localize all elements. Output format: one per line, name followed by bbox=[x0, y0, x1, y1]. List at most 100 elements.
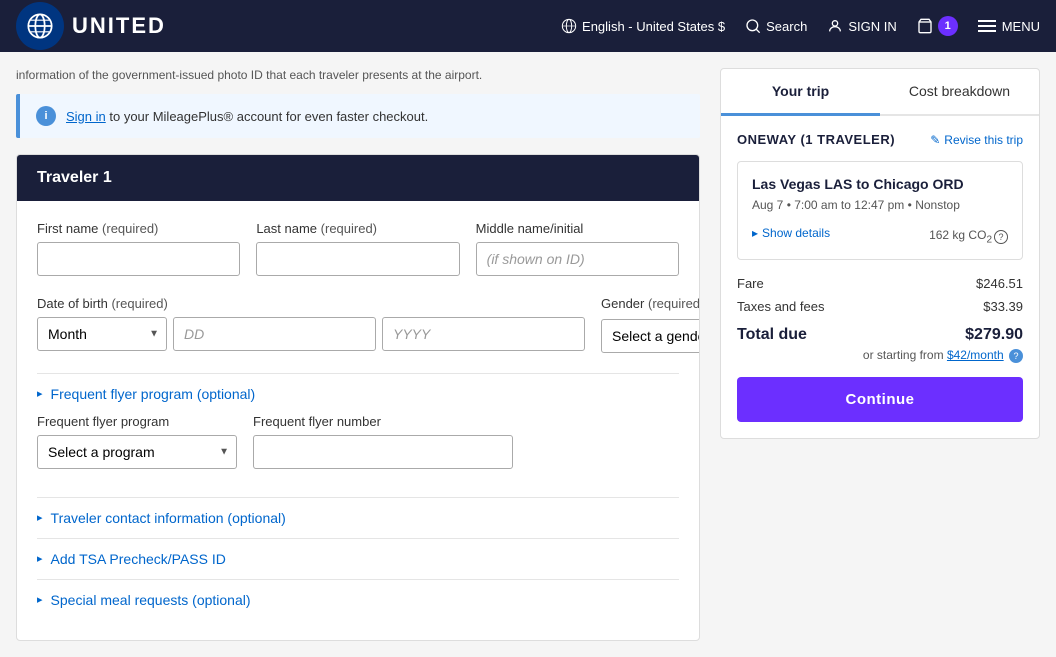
middle-name-input[interactable] bbox=[476, 242, 679, 276]
ff-number-label: Frequent flyer number bbox=[253, 414, 679, 429]
tsa-accordion: ▸ Add TSA Precheck/PASS ID bbox=[37, 538, 679, 579]
meal-accordion: ▸ Special meal requests (optional) bbox=[37, 579, 679, 620]
menu-button[interactable]: MENU bbox=[978, 19, 1040, 34]
co2-help-icon[interactable]: ? bbox=[994, 230, 1008, 244]
info-icon: i bbox=[36, 106, 56, 126]
cart-button[interactable]: 1 bbox=[917, 16, 958, 36]
show-details-link[interactable]: Show details bbox=[752, 226, 830, 240]
frequent-flyer-accordion: ▸ Frequent flyer program (optional) Freq… bbox=[37, 373, 679, 497]
taxes-value: $33.39 bbox=[983, 299, 1023, 314]
right-column: Your trip Cost breakdown ONEWAY (1 TRAVE… bbox=[720, 68, 1040, 641]
hamburger-icon bbox=[978, 20, 996, 32]
frequent-flyer-section: Frequent flyer program Select a program … bbox=[37, 414, 679, 485]
left-column: information of the government-issued pho… bbox=[16, 68, 700, 641]
panel-body: ONEWAY (1 TRAVELER) Revise this trip Las… bbox=[721, 116, 1039, 438]
flight-details: Aug 7 • 7:00 am to 12:47 pm • Nonstop bbox=[752, 198, 1008, 212]
first-name-label: First name (required) bbox=[37, 221, 240, 236]
tsa-trigger[interactable]: ▸ Add TSA Precheck/PASS ID bbox=[37, 551, 679, 567]
dob-year-input[interactable] bbox=[382, 317, 585, 351]
co2-value: 162 kg CO2 bbox=[929, 228, 992, 245]
tab-cost-breakdown[interactable]: Cost breakdown bbox=[880, 69, 1039, 116]
signin-button[interactable]: SIGN IN bbox=[827, 18, 896, 34]
traveler-body: First name (required) Last name (require… bbox=[17, 201, 699, 640]
frequent-flyer-trigger[interactable]: ▸ Frequent flyer program (optional) bbox=[37, 386, 679, 402]
traveler-header: Traveler 1 bbox=[17, 155, 699, 201]
fare-label: Fare bbox=[737, 276, 764, 291]
ff-program-select[interactable]: Select a program United MileagePlus Amer… bbox=[37, 435, 237, 469]
ff-program-select-wrapper: Select a program United MileagePlus Amer… bbox=[37, 435, 237, 469]
taxes-row: Taxes and fees $33.39 bbox=[737, 299, 1023, 314]
total-row: Total due $279.90 bbox=[737, 326, 1023, 344]
co2-info: 162 kg CO2 ? bbox=[929, 228, 1008, 245]
signin-label: SIGN IN bbox=[848, 19, 896, 34]
header: UNITED English - United States $ Search … bbox=[0, 0, 1056, 52]
flight-card: Las Vegas LAS to Chicago ORD Aug 7 • 7:0… bbox=[737, 161, 1023, 260]
ff-program-label: Frequent flyer program bbox=[37, 414, 237, 429]
trip-type: ONEWAY (1 TRAVELER) bbox=[737, 132, 895, 147]
name-row: First name (required) Last name (require… bbox=[37, 221, 679, 276]
middle-name-label: Middle name/initial bbox=[476, 221, 679, 236]
tsa-label: Add TSA Precheck/PASS ID bbox=[51, 551, 226, 567]
gender-select-wrapper: Select a gender Male Female Unspecified … bbox=[601, 319, 700, 353]
fare-value: $246.51 bbox=[976, 276, 1023, 291]
contact-info-label: Traveler contact information (optional) bbox=[51, 510, 286, 526]
notice-text: information of the government-issued pho… bbox=[16, 68, 700, 82]
first-name-input[interactable] bbox=[37, 242, 240, 276]
flight-route: Las Vegas LAS to Chicago ORD bbox=[752, 176, 1008, 192]
traveler-title: Traveler 1 bbox=[37, 169, 112, 186]
chevron-down-icon: ▸ bbox=[37, 511, 43, 524]
info-banner-text: Sign in to your MileagePlus® account for… bbox=[66, 109, 428, 124]
globe-icon bbox=[16, 2, 64, 50]
united-logo-text: UNITED bbox=[72, 13, 166, 39]
first-name-group: First name (required) bbox=[37, 221, 240, 276]
gender-label: Gender (required) ? bbox=[601, 296, 700, 313]
search-button[interactable]: Search bbox=[745, 18, 807, 34]
panel-tabs: Your trip Cost breakdown bbox=[721, 69, 1039, 116]
chevron-down-icon: ▸ bbox=[37, 387, 43, 400]
chevron-down-icon: ▸ bbox=[37, 552, 43, 565]
gender-group: Gender (required) ? Select a gender Male… bbox=[601, 296, 700, 353]
language-selector[interactable]: English - United States $ bbox=[561, 18, 725, 34]
header-actions: English - United States $ Search SIGN IN… bbox=[561, 16, 1040, 36]
meal-trigger[interactable]: ▸ Special meal requests (optional) bbox=[37, 592, 679, 608]
traveler-card: Traveler 1 First name (required) Last na bbox=[16, 154, 700, 641]
meal-label: Special meal requests (optional) bbox=[51, 592, 251, 608]
signin-link[interactable]: Sign in bbox=[66, 109, 106, 124]
right-panel: Your trip Cost breakdown ONEWAY (1 TRAVE… bbox=[720, 68, 1040, 439]
contact-info-trigger[interactable]: ▸ Traveler contact information (optional… bbox=[37, 510, 679, 526]
gender-select[interactable]: Select a gender Male Female Unspecified … bbox=[601, 319, 700, 353]
fare-row: Fare $246.51 bbox=[737, 276, 1023, 291]
menu-label: MENU bbox=[1002, 19, 1040, 34]
monthly-help-icon[interactable]: ? bbox=[1009, 349, 1023, 363]
monthly-row: or starting from $42/month ? bbox=[737, 348, 1023, 363]
ff-number-group: Frequent flyer number bbox=[253, 414, 679, 469]
revise-trip-link[interactable]: Revise this trip bbox=[930, 133, 1023, 147]
dob-inputs: Month JanuaryFebruaryMarch AprilMayJune … bbox=[37, 317, 585, 351]
total-value: $279.90 bbox=[965, 326, 1023, 344]
ff-number-input[interactable] bbox=[253, 435, 513, 469]
tab-your-trip[interactable]: Your trip bbox=[721, 69, 880, 116]
dob-month-wrapper: Month JanuaryFebruaryMarch AprilMayJune … bbox=[37, 317, 167, 351]
frequent-flyer-label: Frequent flyer program (optional) bbox=[51, 386, 256, 402]
dob-group: Date of birth (required) Month JanuaryFe… bbox=[37, 296, 585, 353]
chevron-down-icon: ▸ bbox=[37, 593, 43, 606]
total-label: Total due bbox=[737, 326, 807, 344]
last-name-label: Last name (required) bbox=[256, 221, 459, 236]
dob-label: Date of birth (required) bbox=[37, 296, 585, 311]
dob-day-input[interactable] bbox=[173, 317, 376, 351]
info-banner: i Sign in to your MileagePlus® account f… bbox=[16, 94, 700, 138]
language-label: English - United States $ bbox=[582, 19, 725, 34]
cart-badge: 1 bbox=[938, 16, 958, 36]
last-name-input[interactable] bbox=[256, 242, 459, 276]
taxes-label: Taxes and fees bbox=[737, 299, 824, 314]
continue-button[interactable]: Continue bbox=[737, 377, 1023, 422]
trip-header: ONEWAY (1 TRAVELER) Revise this trip bbox=[737, 132, 1023, 147]
ff-row: Frequent flyer program Select a program … bbox=[37, 414, 679, 469]
middle-name-group: Middle name/initial bbox=[476, 221, 679, 276]
last-name-group: Last name (required) bbox=[256, 221, 459, 276]
logo: UNITED bbox=[16, 2, 166, 50]
dob-month-select[interactable]: Month JanuaryFebruaryMarch AprilMayJune … bbox=[37, 317, 167, 351]
search-label: Search bbox=[766, 19, 807, 34]
dob-gender-suffix-row: Date of birth (required) Month JanuaryFe… bbox=[37, 296, 679, 353]
monthly-link[interactable]: $42/month bbox=[947, 348, 1004, 362]
